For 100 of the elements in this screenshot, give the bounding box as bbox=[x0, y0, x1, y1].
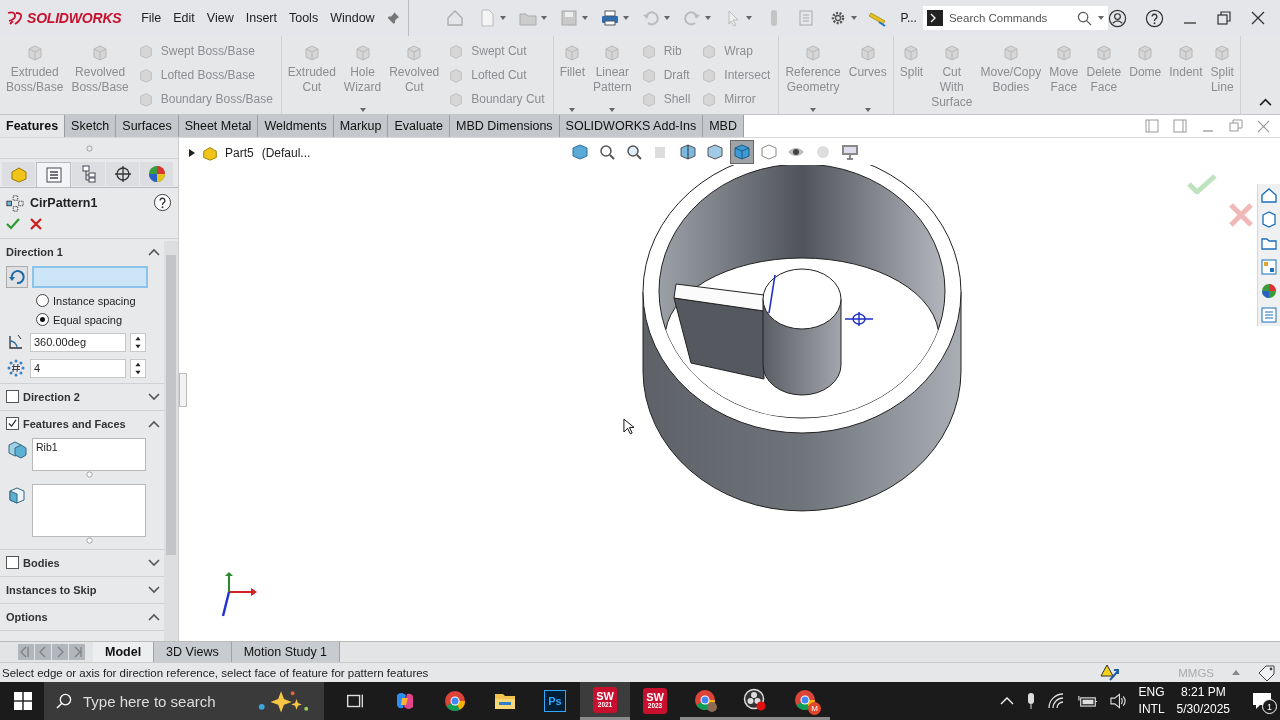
caret-icon[interactable] bbox=[609, 108, 616, 112]
panel-tab[interactable] bbox=[72, 162, 105, 186]
selection-field[interactable] bbox=[32, 266, 148, 288]
expand-arrow-icon[interactable] bbox=[189, 149, 195, 157]
list-entry[interactable]: Rib1 bbox=[36, 441, 142, 453]
caret-icon[interactable] bbox=[623, 16, 630, 20]
clock-date[interactable]: 5/30/2025 bbox=[1176, 701, 1230, 718]
face-cube-icon bbox=[6, 484, 28, 506]
radio-label: Equal spacing bbox=[53, 313, 123, 326]
command-tab[interactable]: Sketch bbox=[65, 115, 117, 137]
chevron-down-icon[interactable] bbox=[148, 558, 160, 567]
panel-title: CirPattern1 bbox=[30, 195, 98, 210]
chevron-up-icon[interactable] bbox=[148, 612, 160, 621]
caret-icon[interactable] bbox=[810, 108, 817, 112]
command-tab[interactable]: SOLIDWORKS Add-Ins bbox=[559, 115, 704, 137]
number-field[interactable]: 4 bbox=[30, 358, 126, 378]
restore-icon[interactable] bbox=[1216, 10, 1232, 26]
wifi-icon[interactable] bbox=[1047, 693, 1066, 709]
search-field[interactable]: Search Commands bbox=[922, 6, 1108, 30]
caret-icon[interactable] bbox=[851, 16, 858, 20]
menu-item[interactable]: View bbox=[200, 11, 240, 25]
view-tab[interactable]: Motion Study 1 bbox=[231, 642, 341, 662]
resize-handle[interactable] bbox=[85, 537, 93, 544]
reverse-direction-icon[interactable] bbox=[6, 266, 28, 288]
spinner-icon[interactable] bbox=[130, 332, 146, 352]
checkbox[interactable] bbox=[6, 417, 19, 430]
caret-icon[interactable] bbox=[705, 16, 712, 20]
windows-start-icon[interactable] bbox=[14, 692, 32, 710]
close-icon[interactable] bbox=[30, 218, 42, 230]
view-tab[interactable]: Model bbox=[93, 642, 155, 662]
checkbox[interactable] bbox=[6, 556, 19, 569]
resize-handle[interactable] bbox=[85, 144, 93, 152]
splitter-handle[interactable] bbox=[179, 372, 187, 407]
taskbar-search-field[interactable]: Type here to search bbox=[44, 682, 324, 720]
menu-item[interactable]: Window bbox=[324, 11, 381, 25]
collapse-ribbon-icon[interactable] bbox=[1259, 97, 1272, 106]
language-label[interactable]: ENG bbox=[1138, 684, 1165, 701]
caret-icon[interactable] bbox=[746, 16, 753, 20]
command-tab[interactable]: Features bbox=[0, 115, 66, 137]
panel-tab[interactable] bbox=[36, 162, 71, 187]
clock-time[interactable]: 8:21 PM bbox=[1180, 684, 1226, 701]
caret-icon[interactable] bbox=[359, 108, 366, 112]
menu-item[interactable]: File bbox=[135, 11, 168, 25]
radio-button[interactable] bbox=[36, 294, 49, 307]
command-tab[interactable]: Weldments bbox=[258, 115, 334, 137]
caret-icon[interactable] bbox=[864, 108, 871, 112]
chevron-up-icon[interactable] bbox=[148, 247, 160, 256]
shaded-cube-icon[interactable] bbox=[731, 141, 753, 163]
menu-item[interactable]: Insert bbox=[239, 11, 283, 25]
command-tab[interactable]: Markup bbox=[333, 115, 389, 137]
parts-icon[interactable] bbox=[1260, 210, 1278, 228]
caret-icon[interactable] bbox=[569, 108, 576, 112]
notification-count: 1 bbox=[1262, 699, 1277, 714]
panel-tab[interactable] bbox=[106, 162, 139, 186]
caret-icon[interactable] bbox=[541, 16, 548, 20]
radio-button[interactable] bbox=[36, 313, 49, 326]
spinner-icon[interactable] bbox=[130, 358, 146, 378]
help-icon[interactable] bbox=[153, 193, 172, 212]
selection-list[interactable]: Rib1 bbox=[32, 438, 146, 471]
chevron-up-icon[interactable] bbox=[148, 419, 160, 428]
command-tab[interactable]: Evaluate bbox=[388, 115, 451, 137]
battery-icon[interactable] bbox=[1077, 694, 1098, 708]
panel-tab[interactable] bbox=[140, 162, 173, 186]
help-icon[interactable] bbox=[1145, 8, 1164, 28]
layout-label[interactable]: INTL bbox=[1138, 701, 1165, 718]
search-icon[interactable] bbox=[1077, 10, 1092, 26]
number-field[interactable]: 360.00deg bbox=[30, 332, 126, 352]
user-icon[interactable] bbox=[1108, 8, 1127, 28]
microphone-icon[interactable] bbox=[1025, 692, 1036, 710]
close-icon[interactable] bbox=[1250, 10, 1266, 26]
tag-icon[interactable] bbox=[1258, 664, 1276, 681]
volume-icon[interactable] bbox=[1109, 693, 1127, 709]
warning-icon[interactable] bbox=[1100, 663, 1121, 682]
chevron-down-icon[interactable] bbox=[148, 392, 160, 401]
palette-icon[interactable] bbox=[1260, 258, 1278, 276]
caret-up-icon[interactable] bbox=[1232, 670, 1240, 675]
command-tab[interactable]: Surfaces bbox=[116, 115, 179, 137]
caret-icon[interactable] bbox=[1098, 16, 1104, 20]
menu-item[interactable]: Edit bbox=[167, 11, 201, 25]
caret-icon[interactable] bbox=[582, 16, 589, 20]
scrollbar[interactable] bbox=[164, 241, 178, 641]
home-icon[interactable] bbox=[1260, 186, 1278, 204]
pattern-icon bbox=[6, 193, 24, 212]
caret-icon[interactable] bbox=[664, 16, 671, 20]
color-sphere-icon bbox=[146, 164, 167, 184]
resize-handle[interactable] bbox=[85, 471, 93, 478]
command-tab[interactable]: Sheet Metal bbox=[178, 115, 259, 137]
pin-icon[interactable] bbox=[386, 11, 400, 25]
caret-icon[interactable] bbox=[500, 16, 507, 20]
part-name[interactable]: Part5 bbox=[225, 146, 254, 160]
checkbox[interactable] bbox=[6, 390, 19, 403]
view-tab[interactable]: 3D Views bbox=[154, 642, 232, 662]
toolbar-overflow-label[interactable]: P... bbox=[900, 11, 917, 25]
checkmark-icon[interactable] bbox=[6, 218, 20, 230]
color-sphere-icon[interactable] bbox=[1260, 282, 1278, 300]
command-tab[interactable]: MBD bbox=[703, 115, 744, 137]
command-tab[interactable]: MBD Dimensions bbox=[450, 115, 560, 137]
chevron-down-icon[interactable] bbox=[148, 585, 160, 594]
printer-icon[interactable] bbox=[600, 8, 621, 28]
menu-item[interactable]: Tools bbox=[282, 11, 325, 25]
